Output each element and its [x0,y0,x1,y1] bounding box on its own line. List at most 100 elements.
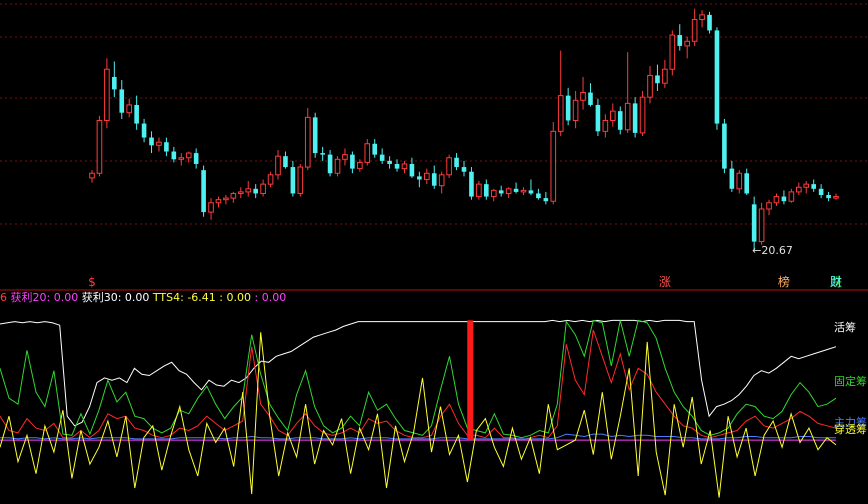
candle-body [476,183,482,198]
candle-body [275,155,281,176]
candle-body [572,99,579,121]
candle-body [312,117,318,154]
candle-body [230,192,237,199]
event-marker[interactable]: $ [88,275,96,289]
candle-body [387,160,392,164]
candle-body [662,68,668,84]
series-label: 活筹 [834,320,856,334]
candle-body [565,95,571,121]
event-marker[interactable]: 涨 [659,274,671,289]
candle-body [617,111,623,130]
candle-body [498,190,504,194]
candle-body [112,76,117,90]
candle[interactable] [312,112,318,158]
candle-body [454,157,459,168]
candle-body [550,130,557,202]
candle-body [379,154,385,161]
candle-body [283,156,288,168]
candle[interactable] [104,58,110,129]
candle[interactable] [334,156,341,177]
candle[interactable] [96,115,103,177]
header-item: 6 [0,291,7,304]
candle-body [208,202,214,213]
candle[interactable] [707,11,712,34]
candle[interactable] [476,181,482,200]
candle[interactable] [758,202,765,245]
candle[interactable] [446,154,452,178]
candle-body [602,119,609,132]
event-marker[interactable]: 榜 [778,274,790,289]
candle-body [588,92,593,105]
candle-body [826,195,831,199]
candle-body [423,172,430,180]
candle-body [134,104,139,124]
candle-body [557,95,564,132]
candle-body [372,143,378,155]
candle[interactable] [722,118,727,174]
candle-body [543,198,549,202]
candle-body [781,196,787,202]
candle-body [699,14,705,21]
candle-body [201,170,206,213]
candle-body [520,189,527,193]
candle-body [484,184,489,197]
candle-body [431,173,437,186]
candle-body [237,191,244,194]
candle[interactable] [639,90,646,136]
header-item: 获利20: 0.00 [7,291,78,304]
candle-body [751,204,757,242]
candle[interactable] [201,165,206,217]
candle-body [401,163,408,170]
candle[interactable] [304,108,311,171]
candle-body [461,167,467,172]
candle-body [193,153,199,164]
candle-body [469,171,474,197]
candle-body [818,188,824,196]
candle-body [513,188,519,192]
background [0,0,868,504]
candle-body [788,191,795,202]
candle-body [178,157,185,160]
candle-body [811,184,816,189]
candle[interactable] [297,163,304,197]
candle-body [490,189,497,198]
candle-body [729,168,735,189]
candle[interactable] [669,30,676,76]
candle-body [342,154,348,160]
candle-body [267,174,274,185]
candle-body [803,183,810,188]
candle-body [669,34,676,70]
candle[interactable] [469,167,474,200]
candle-body [691,19,698,42]
candle-body [320,153,325,155]
min-price-label: ←20.67 [752,244,793,257]
indicator-bar[interactable] [467,320,474,441]
candle-body [119,89,125,113]
candle-body [795,186,802,193]
candle-body [253,188,258,194]
candle-body [684,40,691,47]
candle-body [409,163,415,177]
header-item: : 0.00 [216,291,251,304]
candle[interactable] [550,122,557,205]
candle[interactable] [714,27,720,130]
candle-body [334,158,341,174]
candle-body [655,75,660,84]
candle-body [758,208,765,243]
candle-body [417,176,422,180]
candle-body [149,137,154,146]
candle-body [528,190,534,194]
candle-body [126,104,133,114]
candle-body [438,174,445,187]
candle-body [304,116,311,168]
event-marker[interactable]: 财 [830,275,842,289]
candle-body [624,102,631,131]
candle-body [580,92,586,101]
candle-body [350,154,355,169]
candle-body [744,173,750,194]
candle-body [185,152,192,159]
candle-body [446,157,452,176]
candle-body [141,123,147,138]
candle-body [171,151,177,160]
candle-body [164,142,169,152]
